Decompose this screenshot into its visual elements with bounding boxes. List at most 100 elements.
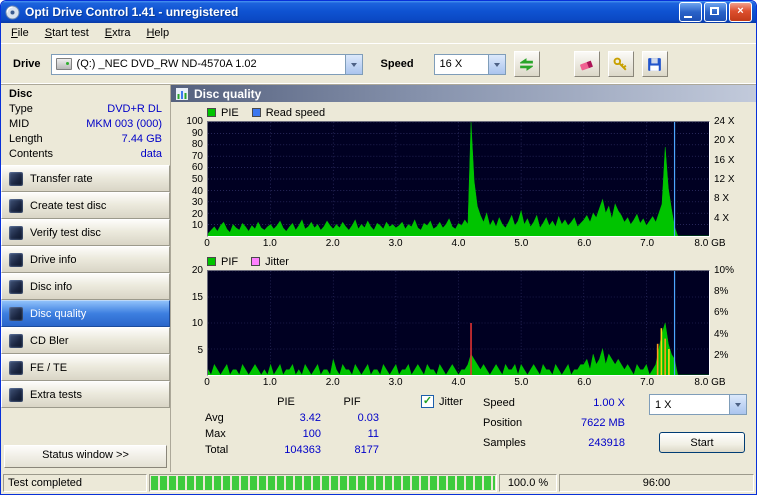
y-tick-label: 10%: [714, 265, 735, 277]
refresh-icon: [520, 57, 533, 71]
verify-test-disc-icon: [9, 225, 23, 240]
status-text: Test completed: [3, 474, 147, 492]
total-label: Total: [205, 444, 229, 456]
legend-swatch: [207, 257, 216, 266]
pif-x-axis-labels: 0 1.0 2.0 3.0 4.0 5.0 6.0 7.0 8.0 GB: [204, 376, 725, 390]
disc-length-value: 7.44 GB: [121, 132, 162, 145]
disc-section-header: Disc: [9, 88, 33, 100]
license-button[interactable]: [607, 51, 634, 77]
sidebar-item-transfer-rate[interactable]: Transfer rate: [1, 165, 170, 192]
jitter-checkbox[interactable]: ✓ Jitter: [421, 395, 463, 408]
progress-bar: [149, 474, 497, 492]
title-bar[interactable]: Opti Drive Control 1.41 - unregistered ×: [1, 1, 756, 23]
chart-icon: [176, 87, 188, 100]
start-button[interactable]: Start: [659, 432, 745, 453]
fe-te-icon: [9, 360, 23, 375]
speed-select[interactable]: 16 X: [433, 53, 506, 75]
speed-label: Speed: [380, 58, 414, 70]
table-header-row: PIE PIF: [205, 394, 381, 410]
y-tick-label: 2%: [714, 349, 729, 361]
y-tick-label: 100: [186, 116, 203, 128]
toolbar: Drive (Q:) _NEC DVD_RW ND-4570A 1.02 Spe…: [1, 44, 756, 85]
disc-quality-icon: [9, 306, 23, 321]
drive-select-value: (Q:) _NEC DVD_RW ND-4570A 1.02: [76, 58, 257, 70]
transfer-rate-icon: [9, 171, 23, 186]
refresh-button[interactable]: [513, 51, 540, 77]
x-tick-label: 6.0: [577, 238, 592, 249]
plot-svg: [208, 271, 709, 375]
disc-mid-value: MKM 003 (000): [86, 117, 162, 130]
pif-chart-legend: PIF Jitter: [207, 255, 756, 268]
y-tick-label: 80: [191, 139, 203, 151]
disc-info: Type DVD+R DL MID MKM 003 (000) Length 7.44…: [1, 101, 170, 165]
y-tick-label: 40: [191, 185, 203, 197]
status-bar: Test completed 100.0 % 96:00: [1, 472, 756, 494]
pif-plot-area: [207, 270, 710, 376]
sidebar-item-drive-info[interactable]: Drive info: [1, 246, 170, 273]
avg-pif-value: 0.03: [357, 412, 379, 424]
menu-start-test[interactable]: Start test: [37, 25, 97, 41]
chevron-down-icon[interactable]: [729, 395, 746, 414]
main-panel: Disc quality PIE Read speed 100 90 80 70 60 50…: [171, 85, 756, 472]
y-tick-label: 4%: [714, 328, 729, 340]
x-tick-label: 7.0: [640, 238, 655, 249]
sidebar-item-label: Disc quality: [30, 307, 87, 320]
x-tick-label: 3.0: [388, 377, 403, 388]
sidebar-item-verify-test-disc[interactable]: Verify test disc: [1, 219, 170, 246]
menu-extra[interactable]: Extra: [97, 25, 139, 41]
maximize-icon: [710, 7, 719, 15]
app-window: Opti Drive Control 1.41 - unregistered ×…: [0, 0, 757, 495]
x-tick-label: 4.0: [451, 377, 466, 388]
pie-y-axis-left-labels: 100 90 80 70 60 50 40 30 20 10: [171, 116, 207, 237]
pie-chart: PIE Read speed 100 90 80 70 60 50 40 30 20 10 24 X…: [171, 102, 756, 251]
drive-info-icon: [9, 252, 23, 267]
floppy-icon: [648, 57, 661, 71]
elapsed-time: 96:00: [559, 474, 754, 492]
sidebar-item-disc-quality[interactable]: Disc quality: [1, 300, 170, 327]
erase-button[interactable]: [573, 51, 600, 77]
sidebar-item-extra-tests[interactable]: Extra tests: [1, 381, 170, 408]
disc-info-icon: [9, 279, 23, 294]
jitter-label: Jitter: [439, 395, 463, 408]
position-readout-value: 7622 MB: [580, 417, 625, 429]
sidebar-item-cd-bler[interactable]: CD Bler: [1, 327, 170, 354]
pif-column-header: PIF: [343, 396, 361, 408]
legend-swatch: [251, 257, 261, 266]
sidebar-item-create-test-disc[interactable]: Create test disc: [1, 192, 170, 219]
pie-plot-area: [207, 121, 710, 237]
menu-file[interactable]: File: [3, 25, 37, 41]
x-tick-label: 4.0: [451, 238, 466, 249]
speed-select-value: 16 X: [439, 58, 463, 70]
save-button[interactable]: [641, 51, 668, 77]
legend-label: PIE: [221, 106, 239, 119]
drive-label: Drive: [13, 58, 41, 70]
drive-select[interactable]: (Q:) _NEC DVD_RW ND-4570A 1.02: [50, 53, 363, 75]
status-window-button[interactable]: Status window >>: [4, 445, 167, 468]
close-button[interactable]: ×: [729, 2, 752, 22]
y-tick-label: 12 X: [714, 174, 735, 186]
x-tick-label: 5.0: [514, 238, 529, 249]
max-label: Max: [205, 428, 226, 440]
chevron-down-icon[interactable]: [487, 54, 505, 74]
y-tick-label: 30: [191, 197, 203, 209]
chevron-down-icon[interactable]: [344, 54, 362, 74]
sidebar-item-disc-info[interactable]: Disc info: [1, 273, 170, 300]
write-speed-value: 1 X: [655, 398, 672, 411]
sidebar-item-fe-te[interactable]: FE / TE: [1, 354, 170, 381]
disc-contents-value: data: [140, 147, 162, 160]
pif-y-axis-left-labels: 20 15 10 5: [171, 265, 207, 376]
checkmark-icon[interactable]: ✓: [421, 395, 434, 408]
max-pif-value: 11: [367, 428, 379, 440]
content: Disc Type DVD+R DL MID MKM 003 (000) Lengt…: [1, 85, 756, 472]
maximize-button[interactable]: [704, 2, 727, 22]
speed-readout-value: 1.00 X: [593, 397, 625, 409]
y-tick-label: 10: [191, 220, 203, 232]
panel-title: Disc quality: [194, 86, 262, 101]
eraser-icon: [580, 60, 593, 70]
minimize-button[interactable]: [679, 2, 702, 22]
write-speed-select[interactable]: 1 X: [649, 394, 747, 415]
x-tick-label: 0: [204, 377, 210, 388]
legend-label: Read speed: [265, 106, 326, 119]
menu-help[interactable]: Help: [138, 25, 177, 41]
y-tick-label: 90: [191, 127, 203, 139]
